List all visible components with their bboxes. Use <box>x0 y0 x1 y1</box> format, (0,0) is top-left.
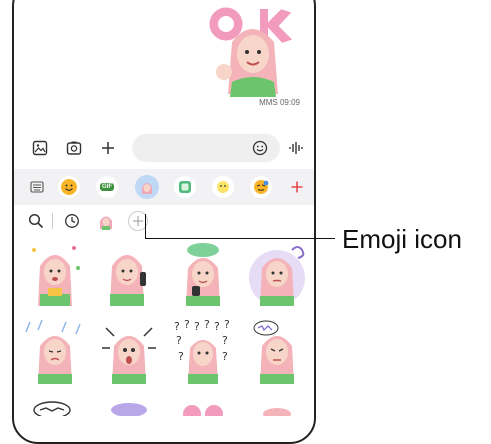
svg-text:?: ? <box>214 320 220 333</box>
sticker-item[interactable] <box>22 318 88 388</box>
camera-icon[interactable] <box>64 138 84 158</box>
svg-text:?: ? <box>224 318 230 331</box>
sticker-item[interactable] <box>170 240 236 310</box>
sticker-icon[interactable] <box>174 176 196 198</box>
sticker-item[interactable]: ?????????? <box>170 318 236 388</box>
svg-text:?: ? <box>222 350 228 363</box>
svg-text:?: ? <box>178 350 184 363</box>
svg-text:?: ? <box>222 334 228 347</box>
callout-label: Emoji icon <box>342 224 462 254</box>
sticker-tab-bar: GIF <box>14 169 314 205</box>
search-icon[interactable] <box>26 211 46 231</box>
ar-emoji-sticker-message[interactable] <box>204 2 299 97</box>
voice-icon[interactable] <box>286 138 306 158</box>
keyboard-icon[interactable] <box>26 176 48 198</box>
plus-icon[interactable] <box>98 138 118 158</box>
compose-row <box>14 134 314 164</box>
bitmoji-icon[interactable] <box>212 176 234 198</box>
message-input[interactable] <box>132 134 280 162</box>
sticker-item[interactable] <box>22 240 88 310</box>
sticker-item[interactable] <box>96 318 162 388</box>
phone-frame: MMS 09:09 GIF ? ? ? ? ? ? ? ? ? ? <box>12 0 316 444</box>
sticker-item[interactable] <box>244 240 310 310</box>
ar-emoji-icon[interactable] <box>135 175 159 199</box>
chat-area: MMS 09:09 <box>14 2 314 117</box>
emoji-filter-row <box>14 208 314 234</box>
svg-text:?: ? <box>194 320 200 333</box>
svg-text:?: ? <box>176 334 182 347</box>
sticker-item[interactable] <box>96 396 162 442</box>
emoji-smiley-icon[interactable] <box>250 138 270 158</box>
sticker-item[interactable] <box>244 396 310 442</box>
sticker-item[interactable] <box>244 318 310 388</box>
recent-icon[interactable] <box>62 211 82 231</box>
callout-line <box>145 214 146 238</box>
message-timestamp: MMS 09:09 <box>259 98 300 107</box>
sticker-item[interactable] <box>96 240 162 310</box>
divider <box>52 213 53 229</box>
svg-text:?: ? <box>174 320 180 333</box>
add-icon[interactable] <box>286 176 308 198</box>
callout-line <box>145 238 335 239</box>
sticker-item[interactable] <box>22 396 88 442</box>
emoji-sticker-icon[interactable] <box>250 176 272 198</box>
gallery-icon[interactable] <box>30 138 50 158</box>
svg-text:?: ? <box>184 318 190 331</box>
svg-text:?: ? <box>204 318 210 331</box>
sticker-item[interactable] <box>170 396 236 442</box>
ar-emoji-avatar-icon[interactable] <box>96 211 116 231</box>
emoji-face-icon[interactable] <box>58 176 80 198</box>
gif-icon[interactable]: GIF <box>96 176 118 198</box>
